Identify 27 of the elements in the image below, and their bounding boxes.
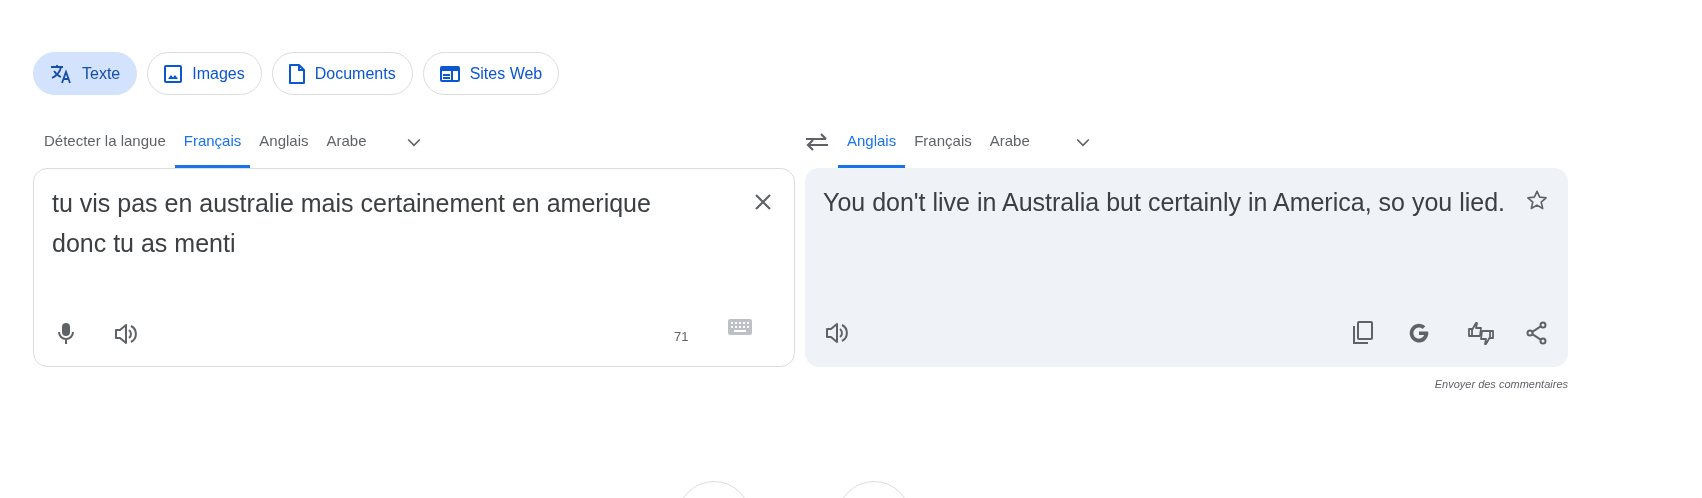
language-tab[interactable]: Français <box>905 115 981 168</box>
mode-tab[interactable]: Sites Web <box>422 52 560 95</box>
translate-icon <box>50 63 72 84</box>
document-icon <box>288 63 305 84</box>
feedback-link[interactable]: Envoyer des commentaires <box>1434 376 1568 393</box>
copy-icon[interactable] <box>1352 321 1374 345</box>
language-tab[interactable]: Arabe <box>980 115 1039 168</box>
star-icon[interactable] <box>1526 189 1548 211</box>
speaker-icon[interactable] <box>825 322 849 344</box>
image-icon <box>164 64 183 83</box>
language-tab[interactable]: Anglais <box>250 115 318 168</box>
speaker-icon[interactable] <box>114 323 138 345</box>
thumbs-up-down-icon[interactable] <box>1467 321 1495 347</box>
language-tab[interactable]: Arabe <box>317 115 376 168</box>
swap-icon[interactable] <box>803 130 830 153</box>
microphone-icon[interactable] <box>56 321 76 345</box>
mode-tab[interactable]: Documents <box>271 52 413 95</box>
language-tab[interactable]: Détecter la langue <box>35 115 175 168</box>
translation-text: You don't live in Australia but certainly in America, so you lied. <box>823 187 1506 218</box>
source-text-field[interactable]: tu vis pas en australie mais certainement en amerique donc tu as menti <box>52 183 702 263</box>
website-icon <box>439 65 460 82</box>
share-icon[interactable] <box>1525 321 1549 345</box>
mode-tab[interactable]: Images <box>147 52 262 95</box>
google-g-icon[interactable] <box>1407 321 1431 345</box>
mode-tab[interactable]: Texte <box>33 52 138 95</box>
character-count: 71 <box>674 328 689 346</box>
language-tab[interactable]: Français <box>174 115 251 168</box>
